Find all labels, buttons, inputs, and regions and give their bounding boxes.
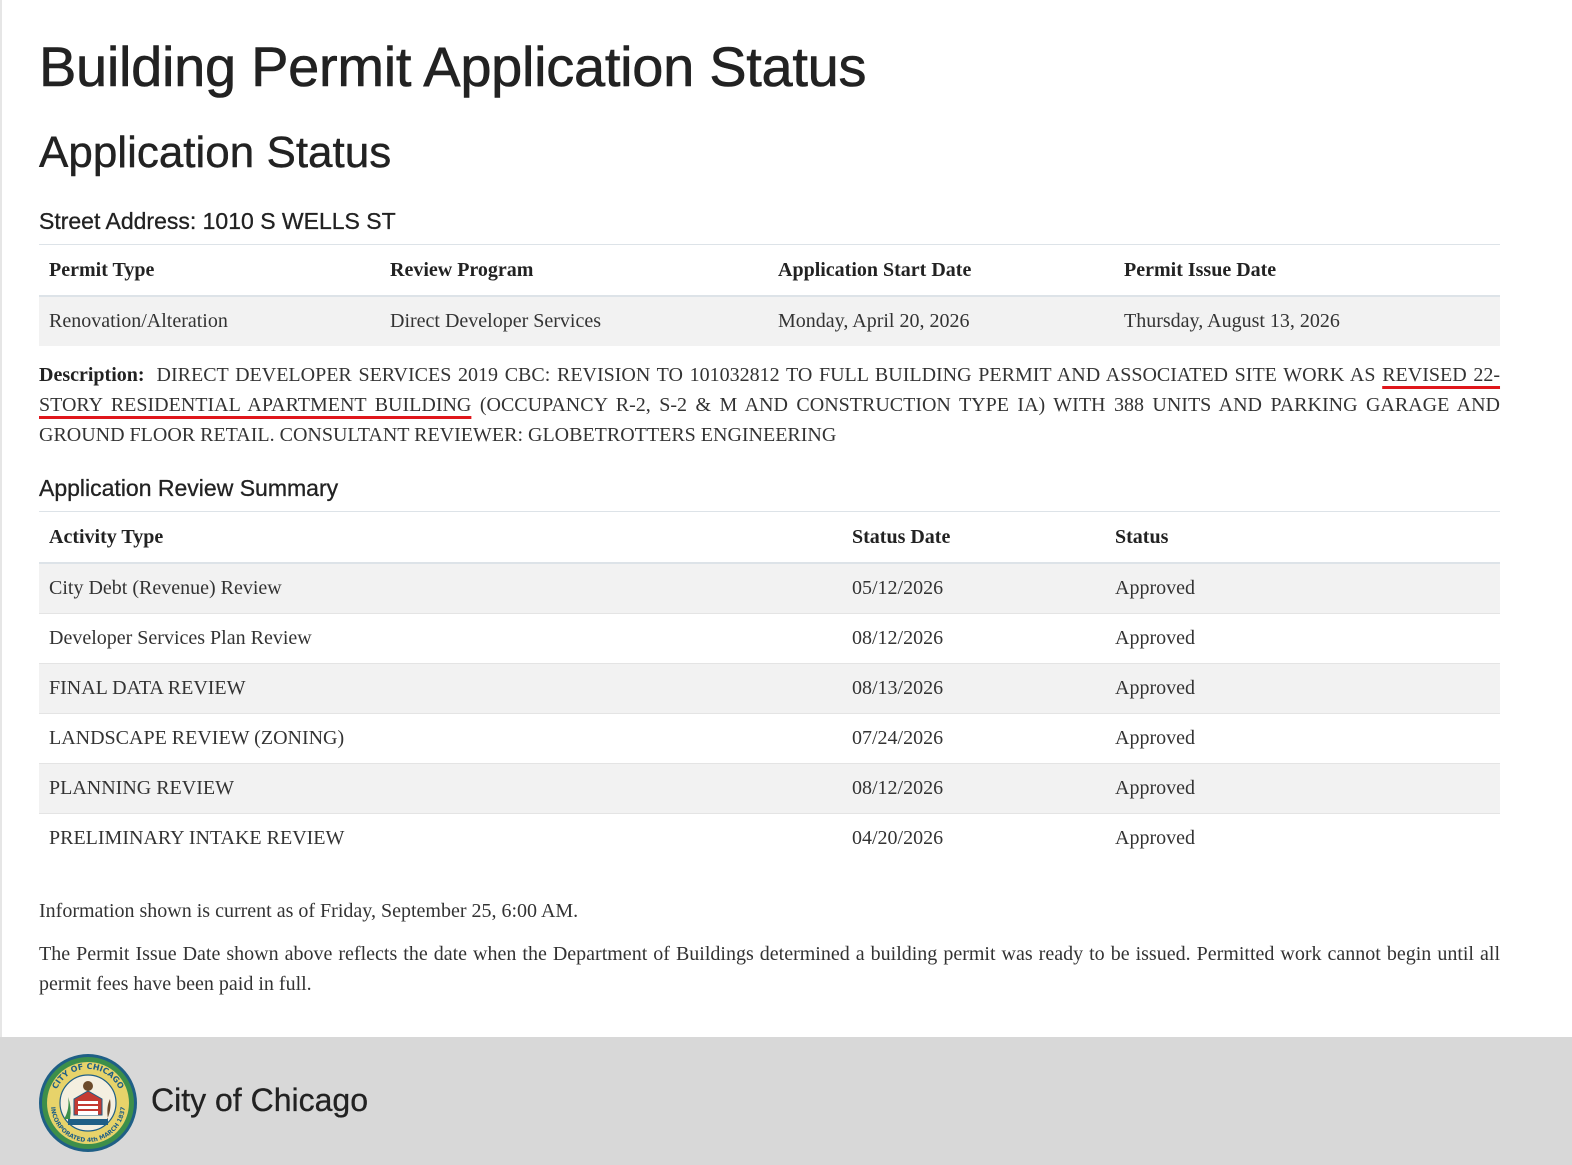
table-row: PLANNING REVIEW 08/12/2026 Approved <box>39 763 1500 814</box>
permit-issue-date: Thursday, August 13, 2026 <box>1114 295 1500 346</box>
permit-issue-disclaimer: The Permit Issue Date shown above reflec… <box>39 943 1500 995</box>
status: Approved <box>1105 613 1500 664</box>
site-footer: CITY OF CHICAGO INCORPORATED 4th MARCH 1… <box>0 1037 1572 1165</box>
status-date: 08/12/2026 <box>842 613 1105 664</box>
city-of-chicago-seal-icon[interactable]: CITY OF CHICAGO INCORPORATED 4th MARCH 1… <box>38 1053 138 1153</box>
page-title: Building Permit Application Status <box>39 35 867 99</box>
review-table-header: Activity Type Status Date Status <box>39 511 1500 564</box>
review-summary-title: Application Review Summary <box>39 475 339 501</box>
table-row: City Debt (Revenue) Review 05/12/2026 Ap… <box>39 562 1500 614</box>
activity-type: FINAL DATA REVIEW <box>39 663 842 714</box>
status: Approved <box>1105 562 1500 614</box>
table-row: Developer Services Plan Review 08/12/202… <box>39 613 1500 664</box>
activity-type: LANDSCAPE REVIEW (ZONING) <box>39 713 842 764</box>
col-activity-type: Activity Type <box>39 511 842 564</box>
street-address: Street Address: 1010 S WELLS ST <box>39 208 396 235</box>
col-permit-type: Permit Type <box>39 244 380 297</box>
page-left-border <box>0 0 2 1040</box>
status-date: 07/24/2026 <box>842 713 1105 764</box>
table-row: Renovation/Alteration Direct Developer S… <box>39 295 1500 346</box>
table-row: LANDSCAPE REVIEW (ZONING) 07/24/2026 App… <box>39 713 1500 764</box>
table-row: FINAL DATA REVIEW 08/13/2026 Approved <box>39 663 1500 714</box>
description-text: DIRECT DEVELOPER SERVICES 2019 CBC: REVI… <box>156 364 1383 386</box>
section-title: Application Status <box>39 128 392 177</box>
review-summary-table: Activity Type Status Date Status City De… <box>39 511 1500 863</box>
activity-type: PRELIMINARY INTAKE REVIEW <box>39 813 842 863</box>
permit-table-header: Permit Type Review Program Application S… <box>39 244 1500 297</box>
table-row: PRELIMINARY INTAKE REVIEW 04/20/2026 App… <box>39 813 1500 863</box>
status-date: 08/12/2026 <box>842 763 1105 814</box>
col-review-program: Review Program <box>380 244 768 297</box>
footer-org-name[interactable]: City of Chicago <box>151 1082 368 1119</box>
status-date: 05/12/2026 <box>842 562 1105 614</box>
street-address-label: Street Address: <box>39 208 197 234</box>
status-date: 04/20/2026 <box>842 813 1105 863</box>
activity-type: City Debt (Revenue) Review <box>39 562 842 614</box>
col-status: Status <box>1105 511 1500 564</box>
current-as-of-note: Information shown is current as of Frida… <box>39 900 579 922</box>
status: Approved <box>1105 713 1500 764</box>
status-date: 08/13/2026 <box>842 663 1105 714</box>
application-start-date: Monday, April 20, 2026 <box>768 295 1114 346</box>
street-address-value: 1010 S WELLS ST <box>202 208 396 234</box>
status: Approved <box>1105 763 1500 814</box>
col-permit-issue-date: Permit Issue Date <box>1114 244 1500 297</box>
activity-type: Developer Services Plan Review <box>39 613 842 664</box>
review-program: Direct Developer Services <box>380 295 768 346</box>
status: Approved <box>1105 813 1500 863</box>
permit-table: Permit Type Review Program Application S… <box>39 244 1500 346</box>
col-status-date: Status Date <box>842 511 1105 564</box>
permit-type: Renovation/Alteration <box>39 295 380 346</box>
col-application-start-date: Application Start Date <box>768 244 1114 297</box>
status: Approved <box>1105 663 1500 714</box>
description-label: Description: <box>39 364 145 386</box>
description: Description: DIRECT DEVELOPER SERVICES 20… <box>39 360 1500 450</box>
activity-type: PLANNING REVIEW <box>39 763 842 814</box>
